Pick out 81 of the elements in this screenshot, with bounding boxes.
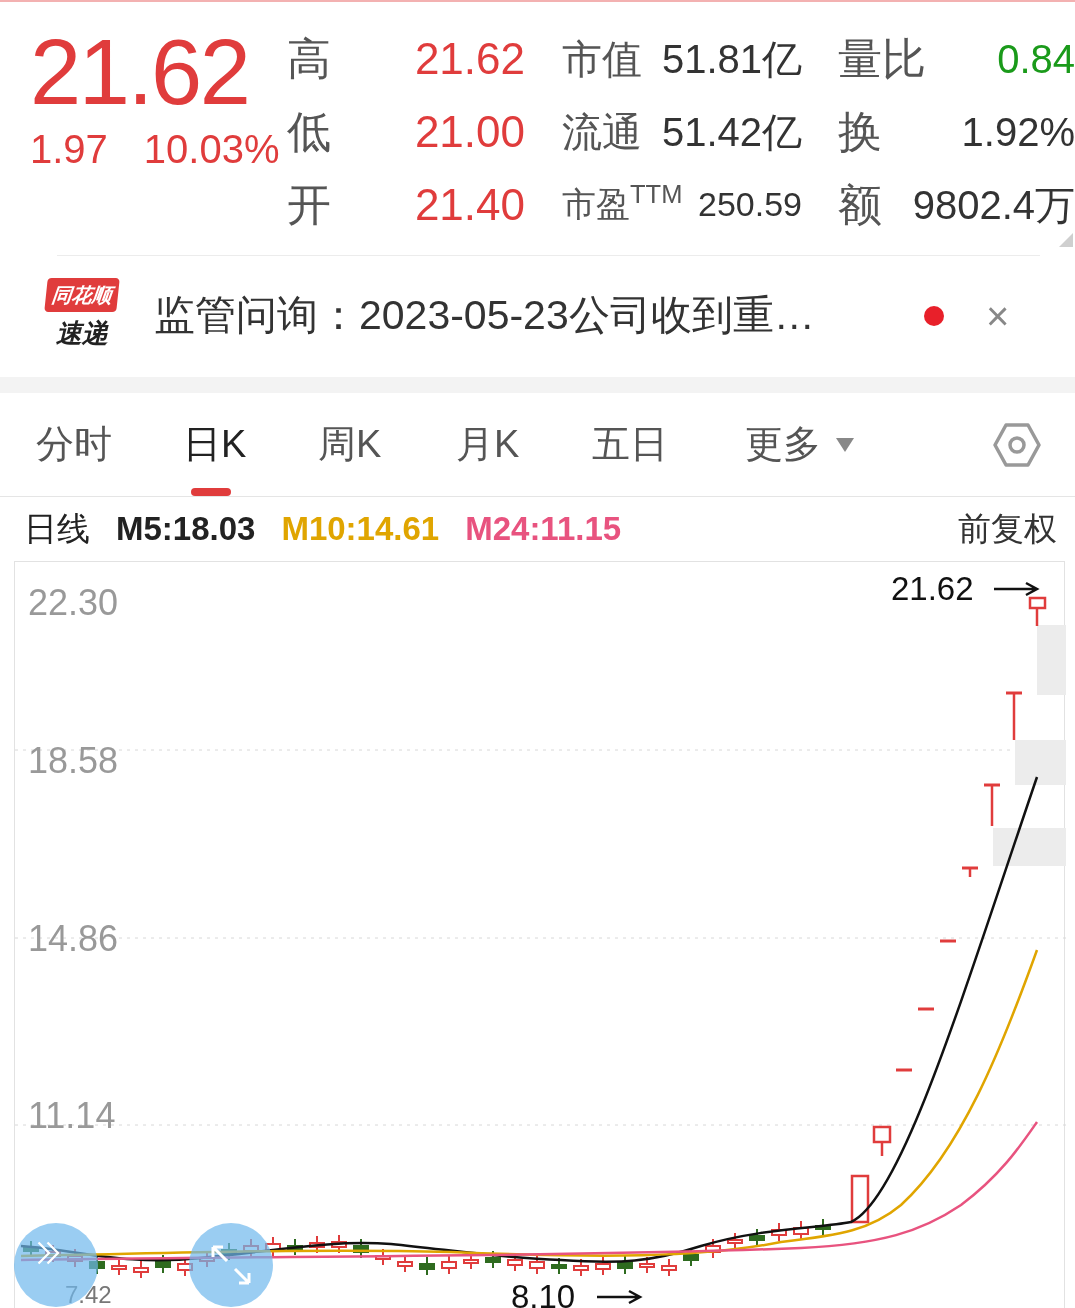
candle bbox=[918, 1007, 934, 1011]
change-value: 1.97 bbox=[30, 126, 108, 173]
stat-label: 量比 bbox=[838, 32, 926, 85]
moving-average-label: M5:18.03 bbox=[116, 509, 256, 550]
candle bbox=[617, 1254, 633, 1275]
news-headline[interactable]: 监管问询：2023-05-23公司收到重… bbox=[154, 284, 924, 347]
chart-tab[interactable]: 五日 bbox=[592, 393, 745, 496]
candle bbox=[639, 1256, 655, 1274]
chart-tab[interactable]: 月K bbox=[456, 393, 592, 496]
low-price-label: 8.10 bbox=[511, 1277, 576, 1308]
candle bbox=[441, 1254, 457, 1275]
stat-value: 21.62 bbox=[414, 32, 525, 85]
stat-value: 250.59 bbox=[698, 184, 802, 225]
candle bbox=[661, 1258, 677, 1277]
candle bbox=[771, 1222, 787, 1242]
candle bbox=[595, 1256, 611, 1276]
chart-tab[interactable]: 分时 bbox=[36, 393, 183, 496]
candle bbox=[793, 1220, 809, 1241]
stat-value: 0.84 bbox=[997, 35, 1075, 83]
stat-label: 市盈$^{TTM}$ bbox=[562, 179, 683, 225]
stat-value: 51.81亿 bbox=[661, 35, 802, 83]
candle bbox=[133, 1260, 149, 1279]
stat-value: 51.42亿 bbox=[661, 108, 802, 156]
moving-average-label: M24:11.15 bbox=[465, 509, 622, 550]
stat-label: 市值 bbox=[562, 35, 642, 83]
candle bbox=[573, 1258, 589, 1277]
diagonal-arrows-icon bbox=[209, 1243, 253, 1287]
stat-value: 9802.4万 bbox=[912, 181, 1075, 229]
arrow-icon bbox=[595, 1288, 644, 1305]
candle bbox=[309, 1235, 325, 1254]
candle bbox=[111, 1258, 127, 1276]
moving-average-label: M10:14.61 bbox=[281, 509, 440, 550]
chart-tab[interactable]: 日K bbox=[183, 393, 318, 496]
candle bbox=[872, 1125, 892, 1156]
chart-title: 日线 bbox=[24, 509, 90, 550]
candle bbox=[485, 1250, 501, 1269]
candle bbox=[287, 1238, 303, 1256]
candle bbox=[896, 1068, 912, 1072]
candle bbox=[850, 1174, 870, 1224]
candle bbox=[727, 1232, 743, 1250]
candle bbox=[962, 866, 978, 877]
candle bbox=[1028, 596, 1047, 626]
high-price-label: 21.62 bbox=[891, 569, 974, 609]
candle bbox=[397, 1254, 413, 1273]
candle bbox=[551, 1257, 567, 1275]
stat-label: 开 bbox=[287, 178, 331, 231]
price-value: 21.62 bbox=[30, 22, 250, 122]
caret-icon bbox=[835, 436, 855, 453]
logo-text: 速递 bbox=[56, 317, 108, 350]
chart-tab[interactable]: 更多 bbox=[745, 393, 945, 496]
stat-label: 换 bbox=[838, 105, 882, 158]
stat-value: 21.00 bbox=[414, 105, 525, 158]
change-percent: 10.03% bbox=[143, 126, 280, 173]
candle bbox=[705, 1238, 721, 1259]
price-adjust-label[interactable]: 前复权 bbox=[958, 504, 1057, 554]
axis-label: 22.30 bbox=[28, 581, 119, 625]
candle bbox=[940, 939, 956, 943]
candle bbox=[815, 1218, 831, 1236]
stat-label: 高 bbox=[287, 32, 331, 85]
logo-badge: 同花顺 bbox=[44, 278, 120, 312]
axis-label: 11.14 bbox=[28, 1094, 116, 1138]
stat-label: 流通 bbox=[562, 108, 642, 156]
axis-label: 18.58 bbox=[28, 739, 119, 783]
stat-label: 低 bbox=[287, 105, 331, 158]
stat-label: 额 bbox=[838, 178, 882, 231]
settings-icon[interactable] bbox=[993, 421, 1041, 469]
arrow-icon bbox=[991, 580, 1040, 597]
close-button[interactable]: × bbox=[986, 295, 1010, 336]
corner-triangle-icon bbox=[1059, 233, 1073, 247]
stat-value: 1.92% bbox=[961, 108, 1075, 156]
axis-label: 14.86 bbox=[28, 917, 119, 961]
candle bbox=[155, 1254, 171, 1274]
candle bbox=[529, 1254, 545, 1275]
chart-tab[interactable]: 周K bbox=[318, 393, 456, 496]
candle bbox=[749, 1228, 765, 1247]
stat-value: 21.40 bbox=[414, 178, 525, 231]
candle bbox=[984, 783, 1000, 826]
candle bbox=[419, 1256, 435, 1276]
candle bbox=[1006, 691, 1022, 740]
candle bbox=[331, 1234, 347, 1254]
candle bbox=[375, 1248, 391, 1266]
